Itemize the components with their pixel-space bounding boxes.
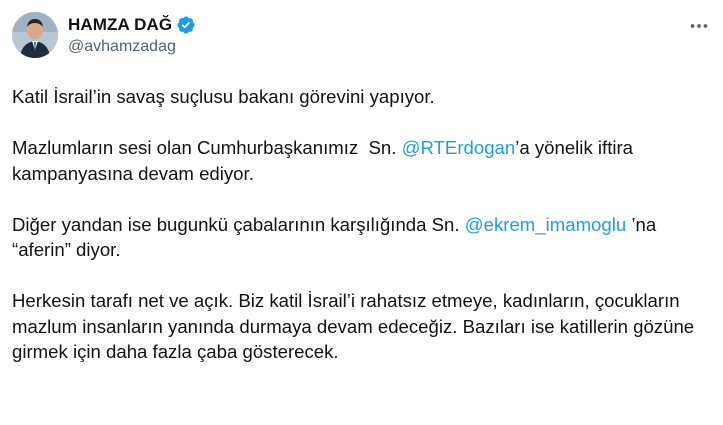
tweet-paragraph-2-text: Mazlumların sesi olan Cumhurbaşkanımız S…	[12, 137, 402, 158]
more-options-icon	[690, 24, 708, 28]
tweet-paragraph-4: Herkesin tarafı net ve açık. Biz katil İ…	[12, 288, 712, 365]
more-options-button[interactable]	[685, 14, 713, 38]
profile-photo-icon	[12, 12, 58, 58]
mention-link-rterdogan[interactable]: @RTErdogan	[402, 137, 516, 158]
tweet-paragraph-2: Mazlumların sesi olan Cumhurbaşkanımız S…	[12, 135, 712, 186]
mention-link-ekrem-imamoglu[interactable]: @ekrem_imamoglu	[465, 214, 626, 235]
tweet-card: HAMZA DAĞ @avhamzadag Katil İsrail’in sa…	[0, 0, 723, 425]
author-info: HAMZA DAĞ @avhamzadag	[68, 14, 196, 56]
author-display-name[interactable]: HAMZA DAĞ	[68, 15, 172, 35]
tweet-paragraph-1-text: Katil İsrail’in savaş suçlusu bakanı gör…	[12, 86, 435, 107]
verified-badge-icon[interactable]	[176, 15, 196, 35]
tweet-paragraph-4-text: Herkesin tarafı net ve açık. Biz katil İ…	[12, 290, 700, 362]
author-handle[interactable]: @avhamzadag	[68, 38, 196, 56]
tweet-text: Katil İsrail’in savaş suçlusu bakanı gör…	[12, 84, 712, 390]
avatar[interactable]	[12, 12, 58, 58]
tweet-paragraph-1: Katil İsrail’in savaş suçlusu bakanı gör…	[12, 84, 712, 110]
tweet-paragraph-3: Diğer yandan ise bugunkü çabalarının kar…	[12, 212, 712, 263]
tweet-paragraph-3-text: Diğer yandan ise bugunkü çabalarının kar…	[12, 213, 465, 235]
